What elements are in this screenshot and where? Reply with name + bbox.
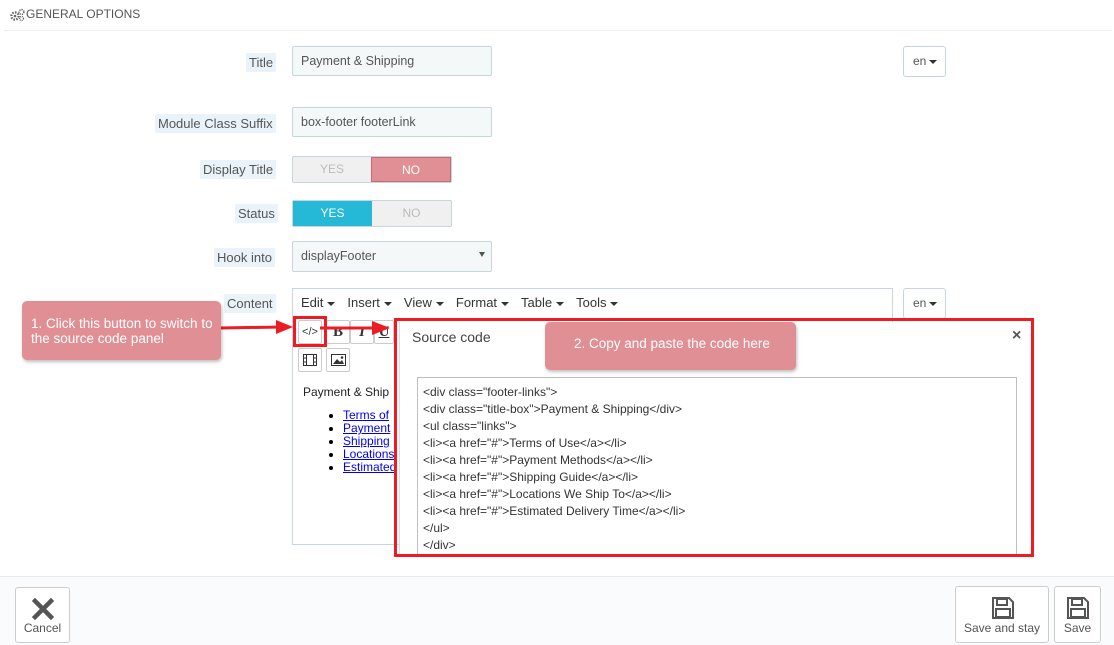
floppy-icon [992, 597, 1014, 619]
menu-insert[interactable]: Insert [347, 289, 392, 317]
status-switch[interactable]: YES NO [292, 200, 452, 227]
display-title-label: Display Title [200, 160, 277, 179]
floppy-icon [1067, 597, 1089, 619]
callout-step2: 2. Copy and paste the code here [545, 322, 796, 370]
suffix-label: Module Class Suffix [155, 114, 276, 133]
caret-down-icon [929, 59, 938, 64]
editor-link[interactable]: Estimated [343, 460, 396, 474]
cancel-label: Cancel [23, 621, 62, 635]
display-title-no[interactable]: NO [371, 157, 451, 182]
menu-table[interactable]: Table [521, 289, 565, 317]
media-button[interactable] [298, 348, 322, 372]
hook-select[interactable]: displayFooter [292, 241, 492, 272]
title-lang-value: en [913, 54, 927, 68]
display-title-switch[interactable]: YES NO [292, 156, 452, 183]
callout-step1: 1. Click this button to switch to the so… [22, 301, 221, 360]
status-yes[interactable]: YES [293, 201, 372, 226]
menu-view[interactable]: View [404, 289, 444, 317]
status-no[interactable]: NO [372, 201, 451, 226]
editor-link[interactable]: Payment [343, 421, 390, 435]
editor-body-links: Terms of Payment Shipping Locations Esti… [343, 409, 396, 474]
suffix-input[interactable]: box-footer footerLink [292, 107, 492, 137]
select-arrow-icon [479, 252, 485, 257]
image-icon [330, 354, 346, 366]
panel-heading: GENERAL OPTIONS [4, 0, 1112, 31]
content-label: Content [224, 294, 276, 313]
display-title-yes[interactable]: YES [293, 157, 371, 182]
close-icon [32, 598, 54, 620]
editor-link[interactable]: Terms of [343, 408, 389, 422]
menu-edit[interactable]: Edit [301, 289, 336, 317]
film-icon [303, 354, 317, 366]
title-label: Title [246, 53, 277, 72]
save-button[interactable]: Save [1054, 586, 1101, 643]
content-lang-dropdown[interactable]: en [903, 288, 946, 319]
annotation-arrows [220, 320, 390, 335]
editor-menubar: Edit Insert View Format Table Tools [293, 289, 892, 317]
menu-tools[interactable]: Tools [576, 289, 619, 317]
save-and-stay-label: Save and stay [963, 621, 1041, 635]
editor-link[interactable]: Shipping [343, 434, 390, 448]
hook-select-value: displayFooter [301, 249, 377, 263]
title-lang-dropdown[interactable]: en [903, 46, 946, 77]
image-button[interactable] [326, 348, 350, 372]
panel-title: GENERAL OPTIONS [26, 7, 141, 21]
title-input[interactable]: Payment & Shipping [292, 46, 492, 76]
gears-icon [10, 8, 25, 22]
caret-down-icon [929, 301, 938, 306]
cancel-button[interactable]: Cancel [15, 587, 70, 643]
list-item: Estimated [343, 461, 396, 474]
status-label: Status [235, 204, 278, 223]
editor-link[interactable]: Locations [343, 447, 394, 461]
save-label: Save [1063, 621, 1092, 635]
editor-body-title: Payment & Ship [303, 385, 390, 399]
content-lang-value: en [913, 296, 927, 310]
save-and-stay-button[interactable]: Save and stay [955, 586, 1049, 643]
menu-format[interactable]: Format [456, 289, 510, 317]
panel-footer: Cancel Save and stay Save [0, 576, 1114, 645]
hook-label: Hook into [214, 248, 275, 267]
